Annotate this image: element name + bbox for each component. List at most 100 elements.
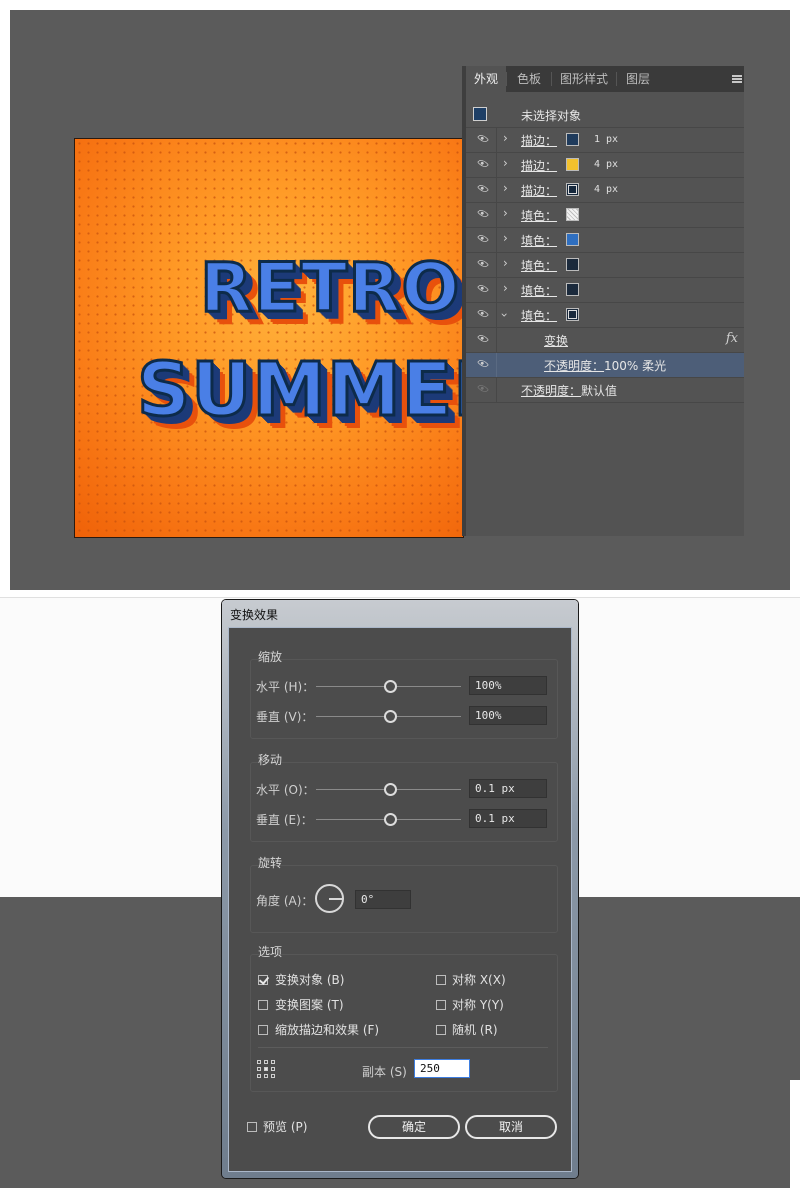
stroke-weight[interactable]: 4 px [594,159,618,170]
panel-menu-icon[interactable] [732,75,742,83]
fill-swatch[interactable] [566,208,579,221]
tab-graphic-styles[interactable]: 图形样式 [552,66,616,92]
eye-icon[interactable] [477,207,489,220]
tab-swatches[interactable]: 色板 [507,66,551,92]
copies-label: 副本 (S) [362,1065,407,1079]
reflect-x-label[interactable]: 对称 X(X) [452,971,506,988]
chevron-down-icon[interactable]: › [497,313,511,318]
chevron-right-icon[interactable]: › [503,131,508,145]
chevron-right-icon[interactable]: › [503,281,508,295]
reflect-x-checkbox[interactable] [436,975,446,985]
eye-icon[interactable] [477,357,489,370]
appearance-panel: 外观 色板 图形样式 图层 未选择对象 › 描边： 1 px › 描边： 4 p… [462,66,744,536]
scale-vertical-slider-knob[interactable] [384,710,397,723]
fx-icon[interactable]: fx [726,331,738,346]
chevron-right-icon[interactable]: › [503,156,508,170]
object-thumbnail-icon [473,107,487,121]
angle-dial-icon[interactable] [315,884,344,913]
chevron-right-icon[interactable]: › [503,231,508,245]
fill-swatch[interactable] [566,283,579,296]
random-checkbox[interactable] [436,1025,446,1035]
fill-label: 填色： [521,309,558,323]
transform-patterns-label[interactable]: 变换图案 (T) [275,996,344,1013]
ok-button[interactable]: 确定 [368,1115,460,1139]
scale-horizontal-slider-knob[interactable] [384,680,397,693]
appearance-row-stroke-1[interactable]: › 描边： 1 px [466,128,744,153]
options-group: 选项 变换对象 (B) 对称 X(X) 变换图案 (T) 对称 Y(Y) 缩放描… [250,945,558,1092]
stroke-swatch[interactable] [566,158,579,171]
transform-objects-checkbox[interactable] [258,975,268,985]
scale-vertical-input[interactable]: 100% [469,706,547,725]
preview-label[interactable]: 预览 (P) [263,1118,307,1135]
scale-horizontal-input[interactable]: 100% [469,676,547,695]
move-horizontal-input[interactable]: 0.1 px [469,779,547,798]
appearance-row-default-opacity[interactable]: 不透明度：默认值 [466,378,744,403]
move-group-title: 移动 [258,753,283,767]
eye-icon[interactable] [477,132,489,145]
chevron-right-icon[interactable]: › [503,206,508,220]
stroke-label: 描边： [521,134,558,148]
appearance-row-transform[interactable]: 变换 fx [466,328,744,353]
stroke-label: 描边： [521,184,558,198]
copies-input[interactable]: 250 [414,1059,470,1078]
options-group-title: 选项 [258,945,283,959]
eye-icon[interactable] [477,282,489,295]
angle-input[interactable]: 0° [355,890,411,909]
appearance-row-fill-4[interactable]: › 填色： [466,278,744,303]
artboard: RETRO SUMMER [74,138,464,538]
eye-icon[interactable] [477,182,489,195]
appearance-row-fill-5[interactable]: › 填色： [466,303,744,328]
preview-checkbox[interactable] [247,1122,257,1132]
halftone-pattern [75,139,463,537]
transform-patterns-checkbox[interactable] [258,1000,268,1010]
eye-icon[interactable] [477,307,489,320]
move-vertical-input[interactable]: 0.1 px [469,809,547,828]
appearance-row-fill-2[interactable]: › 填色： [466,228,744,253]
eye-icon[interactable] [477,232,489,245]
stroke-swatch[interactable] [566,133,579,146]
cancel-button[interactable]: 取消 [465,1115,557,1139]
fill-label: 填色： [521,234,558,248]
move-vertical-slider-knob[interactable] [384,813,397,826]
fill-swatch[interactable] [566,308,579,321]
fill-label: 填色： [521,209,558,223]
reflect-y-label[interactable]: 对称 Y(Y) [452,996,504,1013]
appearance-row-opacity[interactable]: 不透明度：100% 柔光 [466,353,744,378]
panel-tab-bar: 外观 色板 图形样式 图层 [466,66,744,92]
appearance-row-stroke-2[interactable]: › 描边： 4 px [466,153,744,178]
fill-swatch[interactable] [566,258,579,271]
eye-icon[interactable] [477,257,489,270]
scale-strokes-checkbox[interactable] [258,1025,268,1035]
tab-layers[interactable]: 图层 [617,66,659,92]
eye-icon[interactable] [477,332,489,345]
appearance-row-fill-1[interactable]: › 填色： [466,203,744,228]
chevron-right-icon[interactable]: › [503,256,508,270]
dialog-body: 缩放 水平 (H)： 100% 垂直 (V)： 100% 移动 水平 (O)： … [228,627,572,1172]
fill-label: 填色： [521,284,558,298]
scale-group: 缩放 水平 (H)： 100% 垂直 (V)： 100% [250,650,558,739]
reference-point-icon[interactable] [257,1060,275,1078]
tab-appearance[interactable]: 外观 [466,66,506,92]
random-label[interactable]: 随机 (R) [452,1021,498,1038]
opacity-value: 100% 柔光 [604,359,667,373]
chevron-right-icon[interactable]: › [503,181,508,195]
fill-swatch[interactable] [566,233,579,246]
stroke-swatch[interactable] [566,183,579,196]
scale-vertical-label: 垂直 (V)： [256,710,314,724]
fill-label: 填色： [521,259,558,273]
scale-strokes-label[interactable]: 缩放描边和效果 (F) [275,1021,379,1038]
appearance-row-fill-3[interactable]: › 填色： [466,253,744,278]
appearance-header-row: 未选择对象 [466,103,744,128]
rotate-group-title: 旋转 [258,856,283,870]
stroke-weight[interactable]: 4 px [594,184,618,195]
stroke-weight[interactable]: 1 px [594,134,618,145]
reflect-y-checkbox[interactable] [436,1000,446,1010]
default-opacity-value: 默认值 [581,384,618,398]
transform-objects-label[interactable]: 变换对象 (B) [275,971,344,988]
scale-horizontal-label: 水平 (H)： [256,680,315,694]
transform-effect-link[interactable]: 变换 [544,332,568,349]
move-horizontal-slider-knob[interactable] [384,783,397,796]
move-group: 移动 水平 (O)： 0.1 px 垂直 (E)： 0.1 px [250,753,558,842]
appearance-row-stroke-3[interactable]: › 描边： 4 px [466,178,744,203]
eye-icon[interactable] [477,157,489,170]
